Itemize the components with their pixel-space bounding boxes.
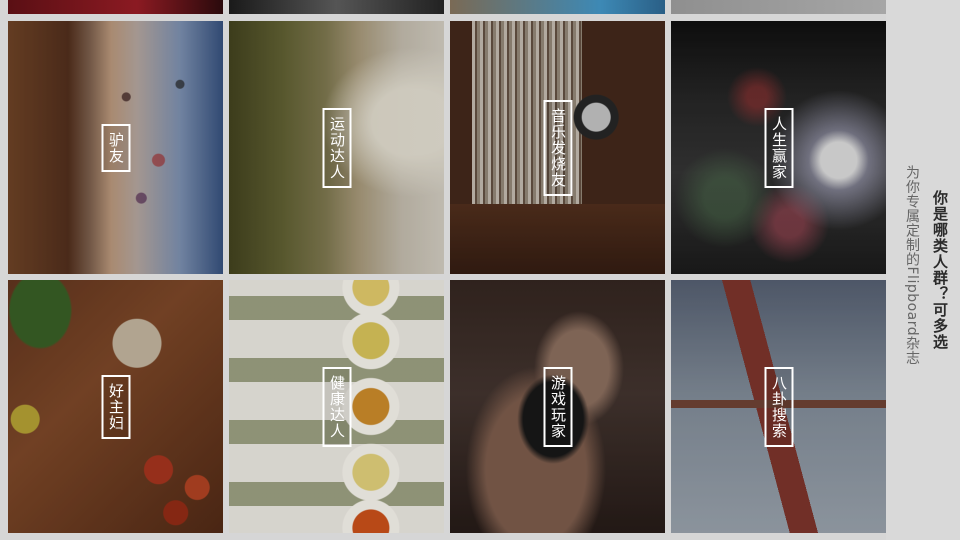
category-picker-page: 驴友 运动达人 音乐发烧友 人生赢家 好主妇 健康达人 游戏玩家 八卦搜索 你是…: [0, 0, 960, 540]
side-panel: 你是哪类人群？可多选 为你专属定制的Flipboard杂志: [886, 0, 960, 540]
tile-gamer[interactable]: 游戏玩家: [450, 280, 665, 533]
tile-housewife[interactable]: 好主妇: [8, 280, 223, 533]
tile-health[interactable]: 健康达人: [229, 280, 444, 533]
tile-label: 游戏玩家: [543, 366, 572, 447]
tile-gossip[interactable]: 八卦搜索: [671, 280, 886, 533]
tile-travel[interactable]: 驴友: [8, 21, 223, 274]
page-title: 你是哪类人群？可多选: [931, 190, 949, 350]
tile-label: 音乐发烧友: [543, 99, 572, 196]
partial-tile-strip-4[interactable]: [671, 0, 886, 14]
tile-label: 八卦搜索: [764, 366, 793, 447]
page-subtitle: 为你专属定制的Flipboard杂志: [904, 165, 920, 366]
tile-label: 人生赢家: [764, 107, 793, 188]
tile-sports[interactable]: 运动达人: [229, 21, 444, 274]
tile-label: 健康达人: [322, 366, 351, 447]
tile-label: 运动达人: [322, 107, 351, 188]
partial-tile-strip-1[interactable]: [8, 0, 223, 14]
tile-winner[interactable]: 人生赢家: [671, 21, 886, 274]
tile-label: 驴友: [101, 123, 130, 172]
tile-label: 好主妇: [101, 374, 130, 439]
partial-tile-strip-3[interactable]: [450, 0, 665, 14]
tile-music[interactable]: 音乐发烧友: [450, 21, 665, 274]
partial-tile-strip-2[interactable]: [229, 0, 444, 14]
